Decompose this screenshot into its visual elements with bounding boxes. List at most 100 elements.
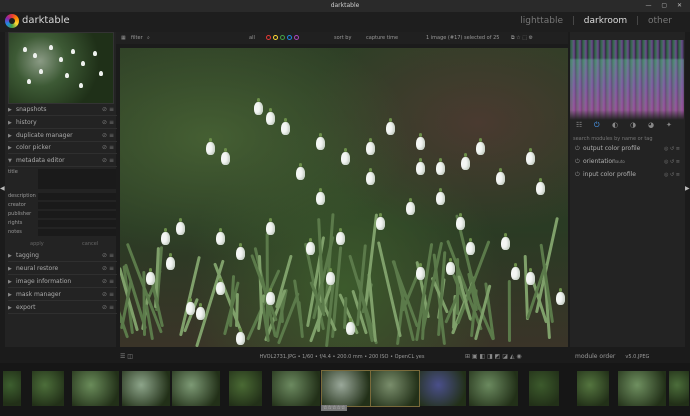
module-output-color-profile[interactable]: ⏻ output color profile ◎ ↺ ≡ xyxy=(575,143,683,155)
cancel-button[interactable]: cancel xyxy=(82,241,98,247)
toolbar-tools-icons[interactable]: ⧉ ☆ ⬚ ⚙ xyxy=(511,32,533,44)
module-history[interactable]: ▶ history ⊘ ≡ xyxy=(8,117,117,129)
snowdrop-flower xyxy=(526,268,535,285)
metadata-creator[interactable]: creator xyxy=(8,201,117,210)
metadata-description[interactable]: description xyxy=(8,192,117,201)
expand-arrow-icon: ▶ xyxy=(8,292,12,298)
module-search-input[interactable]: search modules by name or tag xyxy=(573,135,684,143)
module-icons[interactable]: ⊘ ≡ xyxy=(102,276,114,288)
description-input[interactable] xyxy=(38,193,116,200)
filmstrip-thumbnail[interactable] xyxy=(72,371,119,406)
navigation-thumbnail[interactable] xyxy=(8,32,114,104)
module-icons[interactable]: ⊘ ≡ xyxy=(102,155,114,167)
metadata-publisher[interactable]: publisher xyxy=(8,210,117,219)
rights-input[interactable] xyxy=(38,220,116,227)
rating-filter-select[interactable]: all xyxy=(249,32,255,44)
filmstrip-thumbnail[interactable] xyxy=(321,370,371,407)
filmstrip-thumbnail[interactable] xyxy=(529,371,559,406)
window-controls[interactable]: — ▢ ✕ xyxy=(645,2,686,9)
view-other[interactable]: other xyxy=(648,16,672,26)
filmstrip-thumbnail[interactable] xyxy=(122,371,170,406)
module-icons[interactable]: ⊘ ≡ xyxy=(102,263,114,275)
snowdrop-flower xyxy=(466,238,475,255)
module-icons[interactable]: ◎ ↺ ≡ xyxy=(664,143,680,155)
histogram[interactable] xyxy=(570,40,684,120)
module-icons[interactable]: ⊘ ≡ xyxy=(102,142,114,154)
module-image-information[interactable]: ▶ image information ⊘ ≡ xyxy=(8,276,117,288)
metadata-title[interactable]: title xyxy=(8,168,117,189)
metadata-notes[interactable]: notes xyxy=(8,228,117,237)
apply-button[interactable]: apply xyxy=(30,241,44,247)
tone-group-icon[interactable]: ◑ xyxy=(630,121,636,129)
expand-arrow-icon: ▶ xyxy=(8,107,12,113)
color-group-icon[interactable]: ◕ xyxy=(648,121,654,129)
expand-arrow-icon: ▶ xyxy=(8,133,12,139)
power-icon[interactable]: ⏻ xyxy=(575,156,583,168)
filmstrip-thumbnail[interactable] xyxy=(32,371,64,406)
grid-icon[interactable]: ▦ xyxy=(121,32,126,44)
module-icons[interactable]: ⊘ ≡ xyxy=(102,117,114,129)
notes-input[interactable] xyxy=(38,229,116,236)
publisher-input[interactable] xyxy=(38,211,116,218)
base-group-icon[interactable]: ◐ xyxy=(612,121,618,129)
module-icons[interactable]: ⊘ ≡ xyxy=(102,130,114,142)
power-icon[interactable]: ⏻ xyxy=(575,169,583,181)
module-tagging[interactable]: ▶ tagging ⊘ ≡ xyxy=(8,250,117,262)
filmstrip-thumbnail[interactable] xyxy=(469,371,518,406)
module-icons[interactable]: ⊘ ≡ xyxy=(102,104,114,116)
search-icon[interactable]: ⌕ xyxy=(147,32,150,44)
snowdrop-flower xyxy=(206,138,215,155)
view-separator: | xyxy=(571,16,575,26)
view-separator: | xyxy=(636,16,640,26)
module-metadata-editor[interactable]: ▼ metadata editor ⊘ ≡ xyxy=(8,155,117,167)
module-export[interactable]: ▶ export ⊘ ≡ xyxy=(8,302,117,314)
effects-group-icon[interactable]: ✦ xyxy=(666,121,672,129)
creator-input[interactable] xyxy=(38,202,116,209)
module-icons[interactable]: ⊘ ≡ xyxy=(102,302,114,314)
snowdrop-flower xyxy=(266,288,275,305)
collapse-right-panel-icon[interactable]: ▶ xyxy=(685,185,690,192)
metadata-rights[interactable]: rights xyxy=(8,219,117,228)
module-order: module order v5.0.JPEG xyxy=(575,353,649,360)
snowdrop-flower xyxy=(416,133,425,150)
collapse-left-panel-icon[interactable]: ◀ xyxy=(0,185,5,192)
expand-arrow-icon: ▶ xyxy=(8,145,12,151)
main-image[interactable] xyxy=(120,48,568,347)
star-rating[interactable]: ☆☆☆☆☆ xyxy=(321,405,348,411)
color-label-filter[interactable] xyxy=(266,32,301,44)
snowdrop-flower xyxy=(296,163,305,180)
filmstrip-thumbnail[interactable] xyxy=(3,371,21,406)
power-icon[interactable]: ⏻ xyxy=(575,143,583,155)
module-input-color-profile[interactable]: ⏻ input color profile ◎ ↺ ≡ xyxy=(575,169,683,181)
active-modules-icon[interactable]: ⏻ xyxy=(594,121,600,130)
filmstrip-thumbnail[interactable] xyxy=(669,371,689,406)
module-icons[interactable]: ◎ ↺ ≡ xyxy=(664,156,680,168)
module-neural-restore[interactable]: ▶ neural restore ⊘ ≡ xyxy=(8,263,117,275)
snowdrop-flower xyxy=(436,158,445,175)
module-duplicate-manager[interactable]: ▶ duplicate manager ⊘ ≡ xyxy=(8,130,117,142)
snowdrop-flower xyxy=(556,288,565,305)
filmstrip-thumbnail[interactable] xyxy=(420,371,466,406)
view-darkroom[interactable]: darkroom xyxy=(584,16,627,26)
bottom-tool-icons[interactable]: ⊞ ▣ ◧ ◨ ◩ ◪ ◭ ◉ xyxy=(465,353,522,360)
module-snapshots[interactable]: ▶ snapshots ⊘ ≡ xyxy=(8,104,117,116)
module-icons[interactable]: ⊘ ≡ xyxy=(102,250,114,262)
filmstrip-thumbnail[interactable] xyxy=(172,371,220,406)
module-orientation[interactable]: ⏻ orientationauto ◎ ↺ ≡ xyxy=(575,156,683,168)
sort-select[interactable]: capture time xyxy=(366,32,398,44)
filmstrip-thumbnail[interactable] xyxy=(577,371,609,406)
module-icons[interactable]: ⊘ ≡ xyxy=(102,289,114,301)
snowdrop-flower xyxy=(316,188,325,205)
filmstrip-thumbnail[interactable] xyxy=(229,371,262,406)
filmstrip-thumbnail[interactable] xyxy=(370,370,420,407)
title-input[interactable] xyxy=(38,169,116,189)
module-mask-manager[interactable]: ▶ mask manager ⊘ ≡ xyxy=(8,289,117,301)
module-color-picker[interactable]: ▶ color picker ⊘ ≡ xyxy=(8,142,117,154)
view-lighttable[interactable]: lighttable xyxy=(520,16,563,26)
module-order-version: v5.0.JPEG xyxy=(625,354,650,360)
filmstrip-thumbnail[interactable] xyxy=(272,371,320,406)
snowdrop-flower xyxy=(406,198,415,215)
quick-access-icon[interactable]: ☷ xyxy=(576,121,582,129)
module-icons[interactable]: ◎ ↺ ≡ xyxy=(664,169,680,181)
filmstrip-thumbnail[interactable] xyxy=(618,371,666,406)
